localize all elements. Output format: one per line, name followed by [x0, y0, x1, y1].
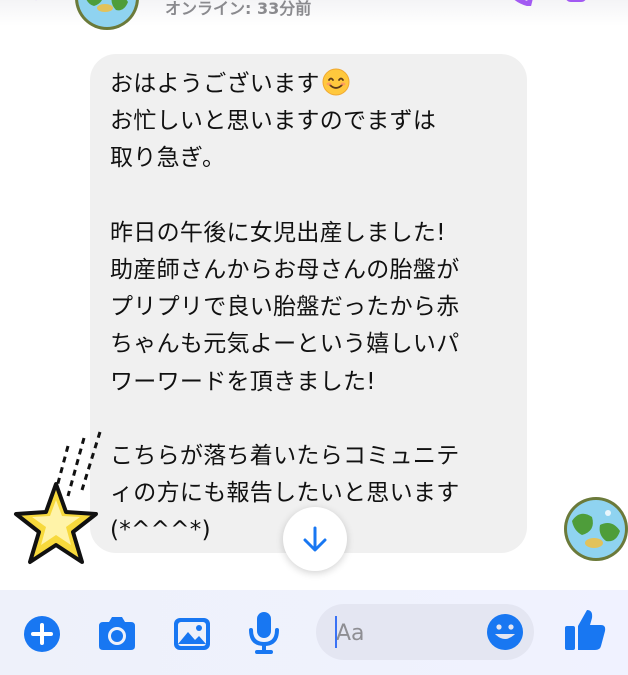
microphone-icon[interactable]: [246, 610, 282, 656]
video-call-icon[interactable]: [565, 0, 595, 6]
photo-gallery-icon[interactable]: [172, 614, 212, 654]
message-text: おはようございます お忙しいと思いますのでまずは 取り急ぎ。 昨日の午後に女児出…: [110, 66, 520, 550]
message-input[interactable]: [334, 614, 478, 652]
conversation-header: オンライン: 33分前: [0, 0, 628, 30]
shooting-star-sticker-icon: [14, 431, 102, 564]
contact-avatar[interactable]: [72, 0, 142, 34]
smiling-face-emoji-icon: [322, 68, 350, 96]
read-receipt-avatar: [564, 497, 628, 561]
plus-icon[interactable]: [22, 614, 62, 654]
online-status: オンライン: 33分前: [165, 0, 312, 18]
text-cursor: [335, 616, 337, 648]
scroll-to-bottom-button[interactable]: [283, 507, 347, 571]
message-greeting: おはようございます: [110, 71, 320, 97]
camera-icon[interactable]: [95, 614, 139, 654]
thumbs-up-like-icon[interactable]: [563, 606, 607, 654]
message-body: お忙しいと思いますのでまずは 取り急ぎ。 昨日の午後に女児出産しました! 助産師…: [110, 108, 460, 544]
back-chevron-icon[interactable]: [30, 0, 50, 10]
phone-call-icon[interactable]: [505, 0, 533, 6]
emoji-icon[interactable]: [485, 612, 525, 652]
arrow-down-icon: [303, 526, 327, 552]
